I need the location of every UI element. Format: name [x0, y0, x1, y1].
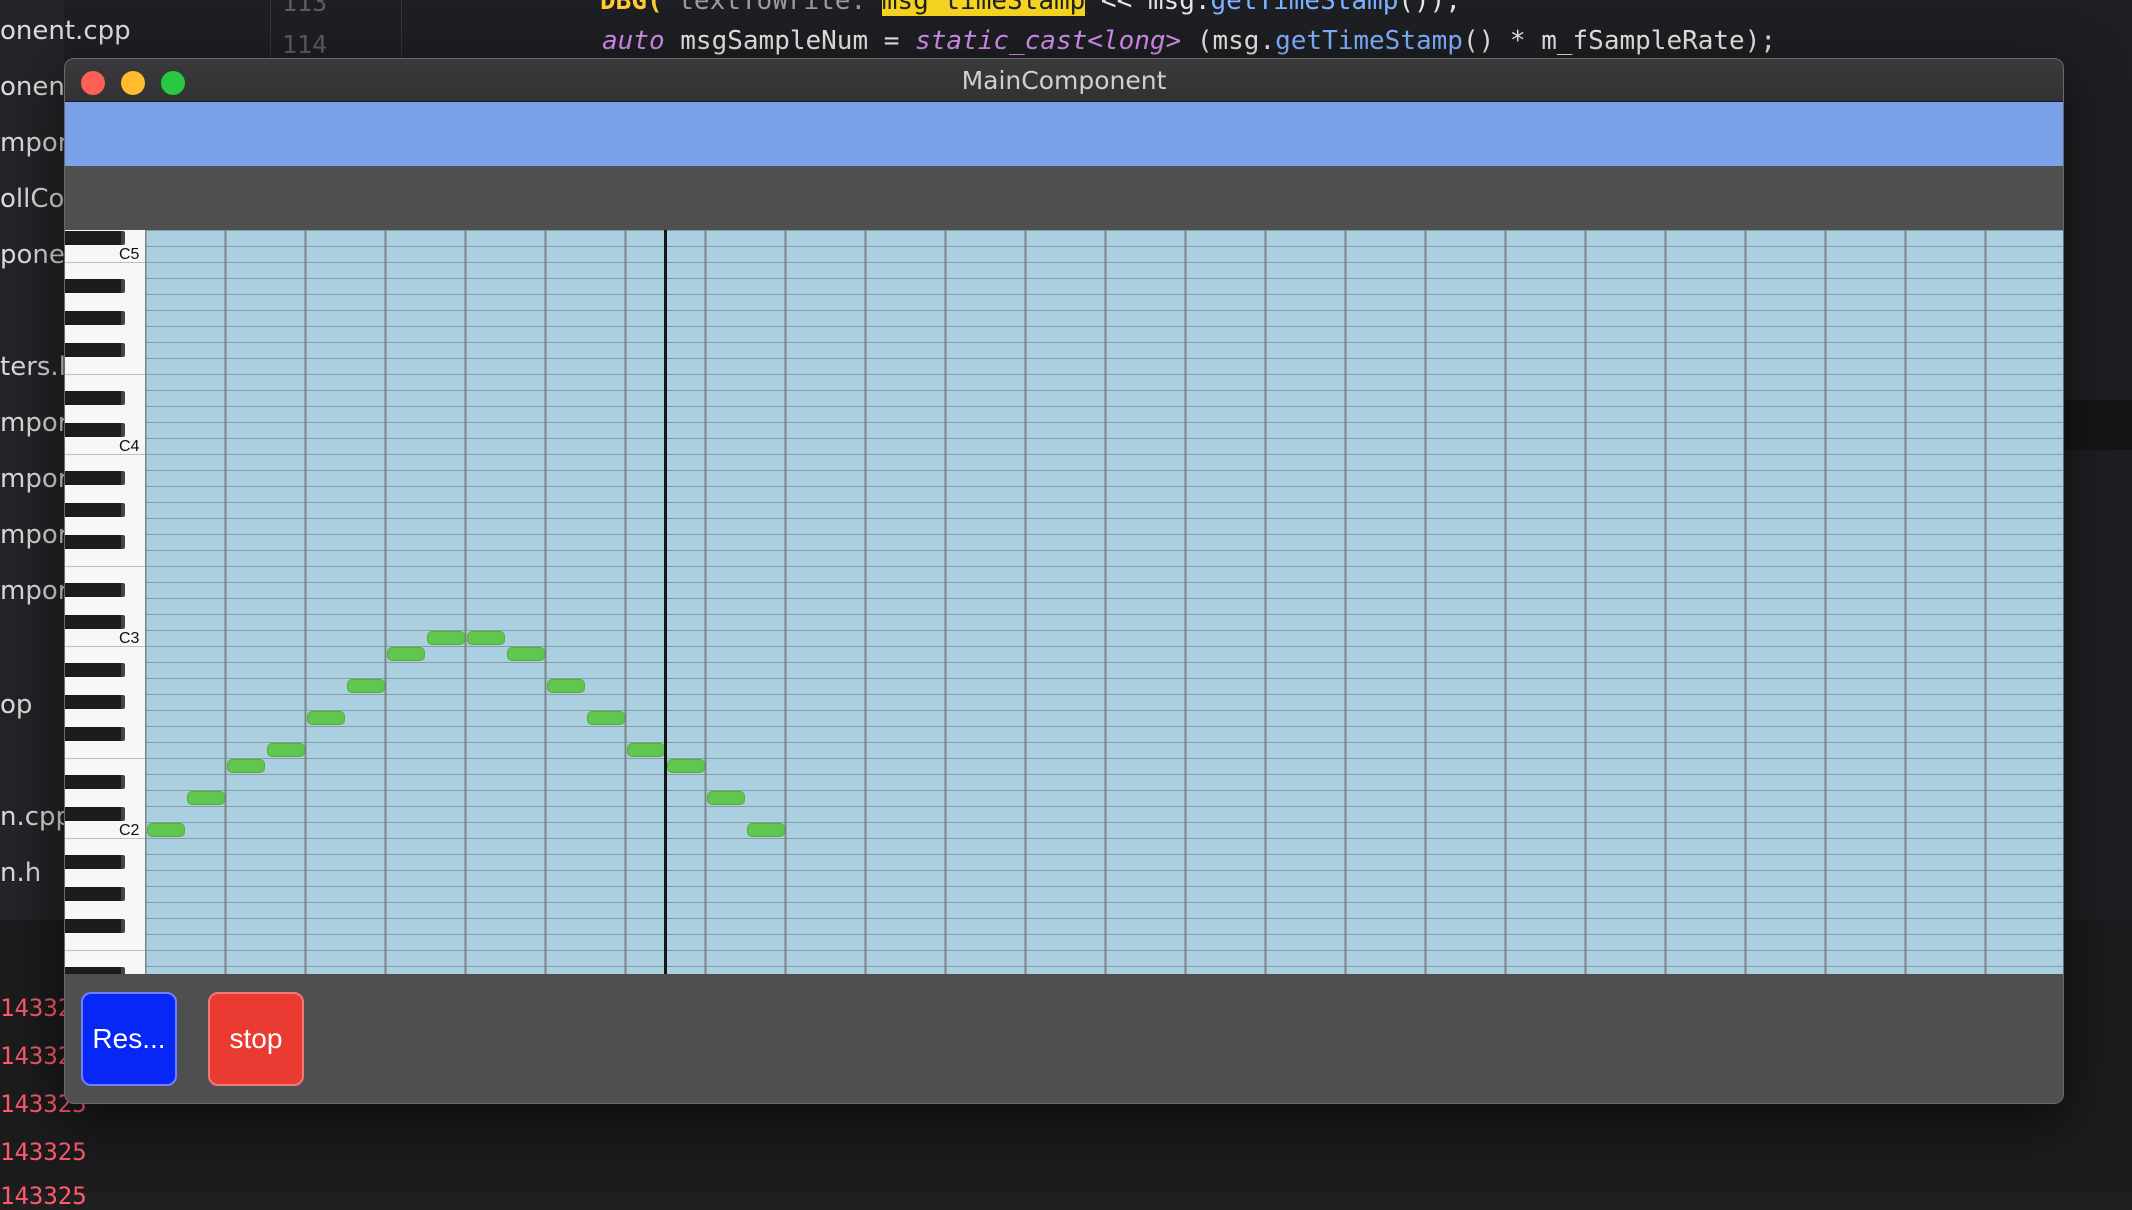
black-key[interactable]	[65, 775, 125, 789]
midi-note[interactable]	[547, 679, 585, 693]
code-line: DBG( textToWrite: msg timeStamp << msg.g…	[600, 0, 1461, 16]
black-key[interactable]	[65, 535, 125, 549]
console-line: 143325	[0, 1138, 87, 1166]
midi-note[interactable]	[427, 631, 465, 645]
black-key[interactable]	[65, 887, 125, 901]
midi-note[interactable]	[507, 647, 545, 661]
octave-label: C4	[119, 438, 140, 455]
octave-label: C2	[119, 822, 140, 839]
piano-roll[interactable]: C5 C4 C3 C2	[65, 230, 2063, 974]
key-divider	[65, 758, 145, 759]
file-item[interactable]: ters.l	[0, 352, 66, 382]
black-key[interactable]	[65, 695, 125, 709]
midi-note[interactable]	[627, 743, 665, 757]
black-key[interactable]	[65, 231, 125, 245]
black-key[interactable]	[65, 727, 125, 741]
black-key[interactable]	[65, 471, 125, 485]
file-item[interactable]: mpor	[0, 520, 68, 550]
file-item[interactable]: mpor	[0, 408, 68, 438]
note-grid[interactable]	[145, 230, 2063, 974]
black-key[interactable]	[65, 343, 125, 357]
key-divider	[65, 950, 145, 951]
black-key[interactable]	[65, 391, 125, 405]
transport-bar: Res... stop	[65, 974, 2063, 1103]
window-title: MainComponent	[961, 66, 1167, 95]
console-line: 14332	[0, 994, 73, 1022]
file-item[interactable]: n.h	[0, 858, 41, 888]
playhead[interactable]	[664, 230, 667, 974]
midi-note[interactable]	[227, 759, 265, 773]
black-key[interactable]	[65, 583, 125, 597]
black-key[interactable]	[65, 615, 125, 629]
editor-side-panel	[2065, 400, 2132, 450]
black-key[interactable]	[65, 967, 125, 974]
midi-note[interactable]	[747, 823, 785, 837]
reset-button[interactable]: Res...	[81, 992, 177, 1086]
midi-note[interactable]	[187, 791, 225, 805]
main-window: MainComponent C5 C4 C3 C2 Res... stop	[64, 58, 2064, 1104]
midi-note[interactable]	[267, 743, 305, 757]
header-bar	[65, 102, 2063, 166]
file-item[interactable]: mpor	[0, 576, 68, 606]
file-item[interactable]: n.cpp	[0, 802, 72, 832]
code-line: auto msgSampleNum = static_cast<long> (m…	[602, 26, 1777, 56]
file-item[interactable]: op	[0, 690, 32, 720]
octave-label: C3	[119, 630, 140, 647]
midi-note[interactable]	[587, 711, 625, 725]
black-key[interactable]	[65, 855, 125, 869]
console-line: 14332	[0, 1042, 73, 1070]
black-key[interactable]	[65, 663, 125, 677]
key-divider	[65, 374, 145, 375]
black-key[interactable]	[65, 807, 125, 821]
line-number: 114	[282, 30, 328, 59]
midi-note[interactable]	[707, 791, 745, 805]
key-divider	[65, 566, 145, 567]
piano-keyboard[interactable]: C5 C4 C3 C2	[65, 230, 145, 974]
black-key[interactable]	[65, 311, 125, 325]
grid-lines	[145, 230, 2063, 974]
black-key[interactable]	[65, 423, 125, 437]
octave-label: C5	[119, 246, 140, 263]
file-item[interactable]: mpor	[0, 464, 68, 494]
console-line: 143325	[0, 1182, 87, 1210]
file-item[interactable]: onent.cpp	[0, 16, 131, 46]
black-key[interactable]	[65, 503, 125, 517]
midi-note[interactable]	[387, 647, 425, 661]
stop-button[interactable]: stop	[208, 992, 304, 1086]
midi-note[interactable]	[147, 823, 185, 837]
title-bar[interactable]: MainComponent	[65, 59, 2063, 102]
file-item[interactable]: ollCo	[0, 184, 64, 214]
black-key[interactable]	[65, 919, 125, 933]
midi-note[interactable]	[467, 631, 505, 645]
midi-note[interactable]	[347, 679, 385, 693]
toolbar-area	[65, 166, 2063, 230]
black-key[interactable]	[65, 279, 125, 293]
midi-note[interactable]	[667, 759, 705, 773]
line-number: 113	[282, 0, 328, 17]
midi-note[interactable]	[307, 711, 345, 725]
